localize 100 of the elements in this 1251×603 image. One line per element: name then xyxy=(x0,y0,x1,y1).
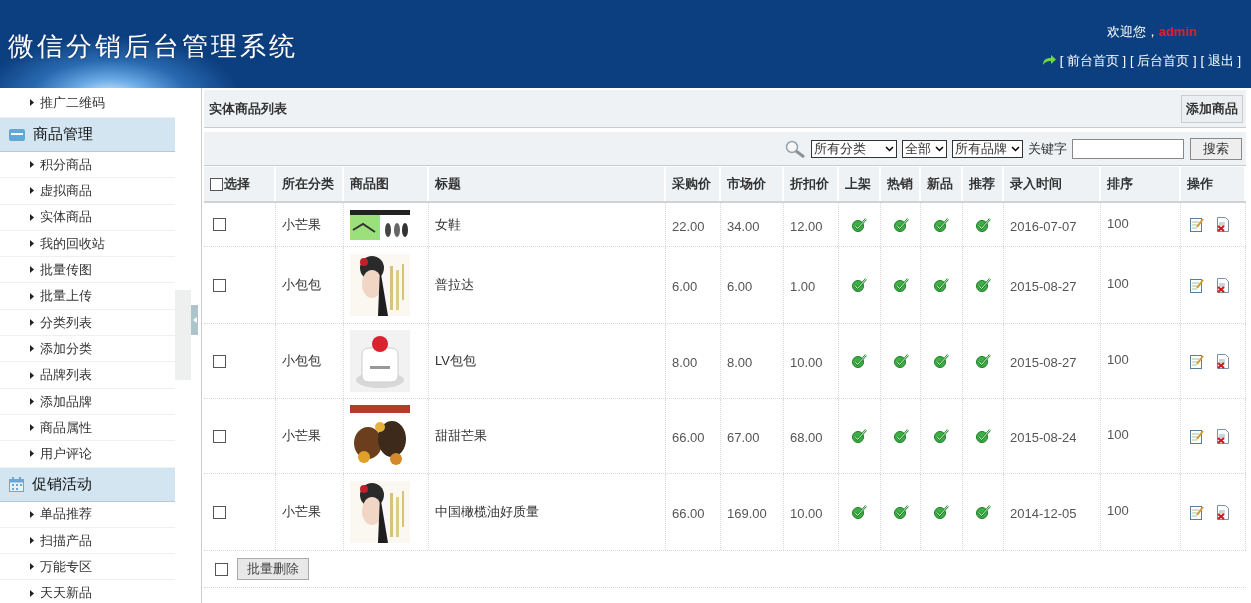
bullet-icon xyxy=(30,345,34,353)
sidebar-group-header[interactable]: 促销活动 xyxy=(0,467,175,502)
sidebar-item[interactable]: 虚拟商品 xyxy=(40,181,92,201)
column-header: 上架 xyxy=(845,175,871,194)
arrow-icon xyxy=(1041,54,1056,67)
bullet-icon xyxy=(30,213,34,221)
bullet-icon xyxy=(30,161,34,169)
sidebar-item[interactable]: 扫描产品 xyxy=(40,530,92,551)
folder-icon xyxy=(9,127,25,142)
filter-select[interactable]: 所有品牌 xyxy=(952,139,1023,158)
table-cell-text: 10.00 xyxy=(790,354,823,373)
sidebar-item[interactable]: 分类列表 xyxy=(40,312,92,333)
table-cell-text: 小包包 xyxy=(282,352,321,371)
filter-select[interactable]: 全部 xyxy=(902,139,947,158)
edit-icon[interactable] xyxy=(1190,217,1204,232)
table-cell-text: 8.00 xyxy=(672,354,698,373)
chevron-icon xyxy=(935,145,944,152)
delete-icon[interactable] xyxy=(1216,353,1230,369)
checkbox[interactable] xyxy=(213,429,226,443)
sidebar-item[interactable]: 品牌列表 xyxy=(40,365,92,385)
username: admin xyxy=(1158,23,1197,41)
chevron-icon xyxy=(885,145,894,152)
sidebar-item[interactable]: 万能专区 xyxy=(40,557,92,577)
table-cell-text: 小芒果 xyxy=(282,503,321,522)
column-header: 市场价 xyxy=(727,175,766,194)
chevron-icon xyxy=(1011,145,1020,152)
checkbox[interactable] xyxy=(215,562,228,576)
column-header: 选择 xyxy=(224,175,250,194)
search-icon xyxy=(784,139,806,158)
checkbox[interactable] xyxy=(213,354,226,368)
bullet-icon xyxy=(30,537,34,544)
keyword-label: 关键字 xyxy=(1028,139,1067,158)
edit-icon[interactable] xyxy=(1190,277,1204,293)
column-header: 排序 xyxy=(1107,175,1133,194)
table-cell-text: 2014-12-05 xyxy=(1010,505,1077,524)
edit-icon[interactable] xyxy=(1190,428,1204,444)
page-title: 实体商品列表 xyxy=(209,99,287,118)
add-product-button[interactable]: 添加商品 xyxy=(1181,94,1243,123)
table-cell-text: 66.00 xyxy=(672,505,705,524)
calendar-icon xyxy=(9,476,24,492)
delete-icon[interactable] xyxy=(1216,504,1230,520)
table-cell-text: 66.00 xyxy=(672,429,705,448)
sidebar-item[interactable]: 添加分类 xyxy=(40,338,92,359)
table-cell-text: 小包包 xyxy=(282,276,321,295)
column-header: 采购价 xyxy=(672,175,711,194)
table-cell-text: 小芒果 xyxy=(282,427,321,446)
table-cell-text: 10.00 xyxy=(790,505,823,524)
table-cell-text: 12.00 xyxy=(790,217,823,236)
delete-icon[interactable] xyxy=(1216,428,1230,444)
sidebar-group-header[interactable]: 商品管理 xyxy=(0,118,175,152)
checkbox[interactable] xyxy=(213,505,226,519)
product-title: 中国橄榄油好质量 xyxy=(435,503,539,522)
group-title: 商品管理 xyxy=(33,124,93,145)
header-link[interactable]: [ 退出 ] xyxy=(1200,50,1241,70)
table-cell-text: 100 xyxy=(1107,502,1129,521)
table-cell-text: 1.00 xyxy=(790,278,816,297)
table-cell-text: 6.00 xyxy=(672,278,698,297)
column-header: 热销 xyxy=(887,175,913,194)
sidebar-item[interactable]: 批量传图 xyxy=(40,260,92,280)
delete-icon[interactable] xyxy=(1216,217,1230,232)
sidebar-item[interactable]: 推广二维码 xyxy=(40,92,105,113)
sidebar-item[interactable]: 我的回收站 xyxy=(40,233,105,254)
column-header: 推荐 xyxy=(969,175,995,194)
header-link[interactable]: [ 前台首页 ] xyxy=(1059,50,1127,70)
column-header: 操作 xyxy=(1187,175,1213,194)
sidebar-item[interactable]: 添加品牌 xyxy=(40,391,92,412)
checkbox[interactable] xyxy=(213,278,226,292)
delete-icon[interactable] xyxy=(1216,277,1230,293)
edit-icon[interactable] xyxy=(1190,353,1204,369)
bullet-icon xyxy=(30,292,34,300)
table-cell-text: 34.00 xyxy=(727,217,760,236)
sidebar-item[interactable]: 单品推荐 xyxy=(40,504,92,524)
search-button[interactable]: 搜索 xyxy=(1190,137,1242,160)
sidebar-item[interactable]: 天天新品 xyxy=(40,583,92,603)
sidebar-item[interactable]: 积分商品 xyxy=(40,154,92,175)
product-title: LV包包 xyxy=(435,352,476,371)
sidebar-item[interactable]: 用户评论 xyxy=(40,444,92,464)
bullet-icon xyxy=(30,99,34,106)
edit-icon[interactable] xyxy=(1190,504,1204,520)
collapse-handle[interactable] xyxy=(191,305,198,335)
checkbox[interactable] xyxy=(213,218,226,231)
column-header: 标题 xyxy=(435,175,461,194)
product-title: 普拉达 xyxy=(435,276,474,295)
bullet-icon xyxy=(30,266,34,274)
column-header: 商品图 xyxy=(350,175,389,194)
sidebar-item[interactable]: 实体商品 xyxy=(40,207,92,227)
keyword-field[interactable] xyxy=(1072,138,1184,159)
checkbox[interactable] xyxy=(210,177,223,191)
batch-delete-button[interactable]: 批量删除 xyxy=(237,558,309,580)
filter-select[interactable]: 所有分类 xyxy=(811,139,897,158)
table-cell-text: 169.00 xyxy=(727,505,767,524)
header-link[interactable]: [ 后台首页 ] xyxy=(1130,50,1197,70)
bullet-icon xyxy=(30,589,34,597)
sidebar-item[interactable]: 批量上传 xyxy=(40,286,92,306)
bullet-icon xyxy=(30,424,34,432)
table-cell-text: 2015-08-27 xyxy=(1010,278,1077,297)
system-title: 微信分销后台管理系统 xyxy=(8,29,298,63)
bullet-icon xyxy=(30,240,34,248)
group-title: 促销活动 xyxy=(32,473,92,494)
sidebar-item[interactable]: 商品属性 xyxy=(40,417,92,438)
